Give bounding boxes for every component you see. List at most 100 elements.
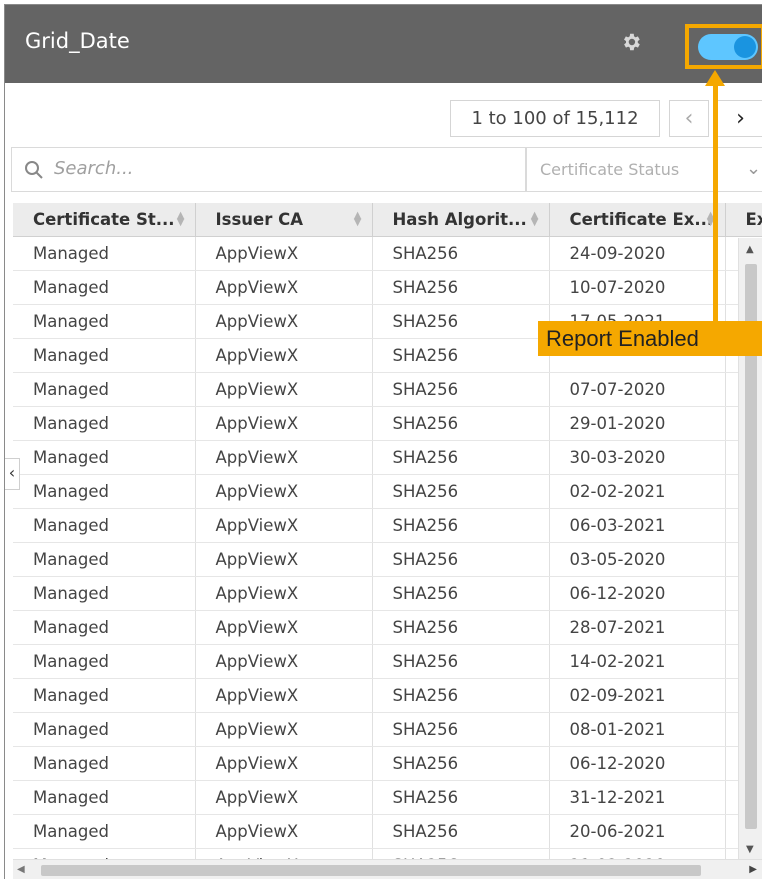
table-cell: 10-07-2020 — [549, 270, 726, 305]
prev-page-button[interactable]: ‹ — [669, 100, 709, 137]
filter-label: Certificate Status — [540, 160, 680, 179]
table-cell: 03-05-2020 — [549, 542, 726, 577]
column-header-label: Certificate Ex... — [569, 210, 714, 229]
search-box — [11, 147, 527, 192]
table-cell: 08-01-2021 — [549, 712, 726, 747]
chevron-left-icon: ‹ — [8, 463, 16, 482]
table-cell: Managed — [13, 678, 196, 713]
table-cell: SHA256 — [372, 644, 550, 679]
gear-icon[interactable] — [620, 31, 642, 53]
table-cell: SHA256 — [372, 746, 550, 781]
table-cell: AppViewX — [195, 236, 373, 271]
table-cell: AppViewX — [195, 780, 373, 815]
table-row[interactable]: ManagedAppViewXSHA25606-03-2021E — [13, 508, 762, 543]
column-header-label: Certificate St... — [33, 210, 175, 229]
table-cell: Managed — [13, 848, 196, 859]
report-toggle[interactable] — [698, 34, 758, 60]
table-cell: AppViewX — [195, 406, 373, 441]
toggle-knob — [734, 36, 756, 58]
table-cell: Managed — [13, 304, 196, 339]
table-row[interactable]: ManagedAppViewXSHA25603-05-2020E — [13, 542, 762, 577]
header-row: Certificate St... ▲ ▼ Issuer CA ▲ ▼ Hash Algor… — [13, 203, 762, 237]
table-row[interactable]: ManagedAppViewXSHA25624-09-2020E — [13, 236, 762, 271]
table-row[interactable]: ManagedAppViewXSHA25629-01-2020E — [13, 406, 762, 441]
table-cell: 06-12-2020 — [549, 746, 726, 781]
table-cell: SHA256 — [372, 304, 550, 339]
horizontal-scroll-thumb[interactable] — [41, 865, 701, 876]
table-cell: Managed — [13, 372, 196, 407]
table-row[interactable]: ManagedAppViewXSHA25621-02-2020E — [13, 848, 762, 859]
table-cell: Managed — [13, 576, 196, 611]
table-cell: 30-03-2020 — [549, 440, 726, 475]
table-cell: 07-07-2020 — [549, 372, 726, 407]
table-cell: Managed — [13, 338, 196, 373]
table-cell: 28-07-2021 — [549, 610, 726, 645]
table-cell: Managed — [13, 814, 196, 849]
sort-icon[interactable]: ▲ ▼ — [354, 211, 362, 228]
table-row[interactable]: ManagedAppViewXSHA25602-02-2021E — [13, 474, 762, 509]
table-row[interactable]: ManagedAppViewXSHA25608-01-2021E — [13, 712, 762, 747]
table-cell: AppViewX — [195, 678, 373, 713]
table-cell: AppViewX — [195, 814, 373, 849]
table-cell: SHA256 — [372, 576, 550, 611]
pagination-range: 1 to 100 of 15,112 — [450, 100, 660, 137]
chevron-left-icon: ‹ — [684, 106, 694, 131]
scroll-left-icon[interactable]: ◀ — [17, 864, 25, 875]
table-cell: AppViewX — [195, 474, 373, 509]
search-input[interactable] — [52, 157, 516, 180]
next-page-button[interactable]: › — [717, 100, 762, 137]
report-enabled-callout: Report Enabled — [538, 321, 762, 356]
column-header[interactable]: Hash Algorit... ▲ ▼ — [372, 203, 550, 237]
table-cell: 14-02-2021 — [549, 644, 726, 679]
table-cell: SHA256 — [372, 780, 550, 815]
table-row[interactable]: ManagedAppViewXSHA25620-06-2021E — [13, 814, 762, 849]
table-row[interactable]: ManagedAppViewXSHA25606-12-2020E — [13, 576, 762, 611]
table-cell: AppViewX — [195, 848, 373, 859]
table-row[interactable]: ManagedAppViewXSHA25614-02-2021E — [13, 644, 762, 679]
sort-icon[interactable]: ▲ ▼ — [531, 211, 539, 228]
table-row[interactable]: ManagedAppViewXSHA25602-09-2021E — [13, 678, 762, 713]
table-cell: SHA256 — [372, 542, 550, 577]
table-cell: SHA256 — [372, 440, 550, 475]
scroll-right-icon[interactable]: ▶ — [749, 864, 757, 875]
table-cell: SHA256 — [372, 372, 550, 407]
table-cell: Managed — [13, 780, 196, 815]
table-row[interactable]: ManagedAppViewXSHA25631-12-2021V — [13, 780, 762, 815]
table-cell: 02-02-2021 — [549, 474, 726, 509]
table-row[interactable]: ManagedAppViewXSHA25606-12-2020E — [13, 746, 762, 781]
table-row[interactable]: ManagedAppViewXSHA25630-03-2020E — [13, 440, 762, 475]
horizontal-scrollbar[interactable]: ◀ ▶ — [13, 859, 762, 879]
table-row[interactable]: ManagedAppViewXSHA25628-07-2021V — [13, 610, 762, 645]
table-cell: 21-02-2020 — [549, 848, 726, 859]
table-row[interactable]: ManagedAppViewXSHA25610-07-2020E — [13, 270, 762, 305]
column-header[interactable]: Certificate Ex... ▲ ▼ — [549, 203, 726, 237]
table-cell: 29-01-2020 — [549, 406, 726, 441]
certificate-status-filter[interactable]: Certificate Status ⌄ — [525, 147, 762, 192]
widget-title: Grid_Date — [25, 29, 130, 53]
table-cell: 06-12-2020 — [549, 576, 726, 611]
table-cell: AppViewX — [195, 440, 373, 475]
table-cell: 31-12-2021 — [549, 780, 726, 815]
sort-icon[interactable]: ▲ ▼ — [177, 211, 185, 228]
side-panel-toggle[interactable]: ‹ — [5, 458, 20, 490]
table-cell: Managed — [13, 542, 196, 577]
table-cell: Managed — [13, 644, 196, 679]
scroll-down-icon[interactable]: ▼ — [746, 844, 754, 855]
column-header[interactable]: Certificate St... ▲ ▼ — [13, 203, 196, 237]
table-cell: Managed — [13, 270, 196, 305]
scroll-up-icon[interactable]: ▲ — [746, 244, 754, 255]
table-cell: Managed — [13, 474, 196, 509]
table-cell: SHA256 — [372, 236, 550, 271]
table-cell: Managed — [13, 508, 196, 543]
table-cell: Managed — [13, 236, 196, 271]
table-row[interactable]: ManagedAppViewXSHA25607-07-2020E — [13, 372, 762, 407]
table-cell: SHA256 — [372, 848, 550, 859]
column-header[interactable]: Issuer CA ▲ ▼ — [195, 203, 373, 237]
table-cell: Managed — [13, 610, 196, 645]
chevron-right-icon: › — [736, 106, 745, 131]
table-cell: AppViewX — [195, 610, 373, 645]
column-header[interactable]: Exp — [725, 203, 762, 237]
table-cell: SHA256 — [372, 338, 550, 373]
table-cell: AppViewX — [195, 712, 373, 747]
callout-line — [713, 76, 718, 326]
